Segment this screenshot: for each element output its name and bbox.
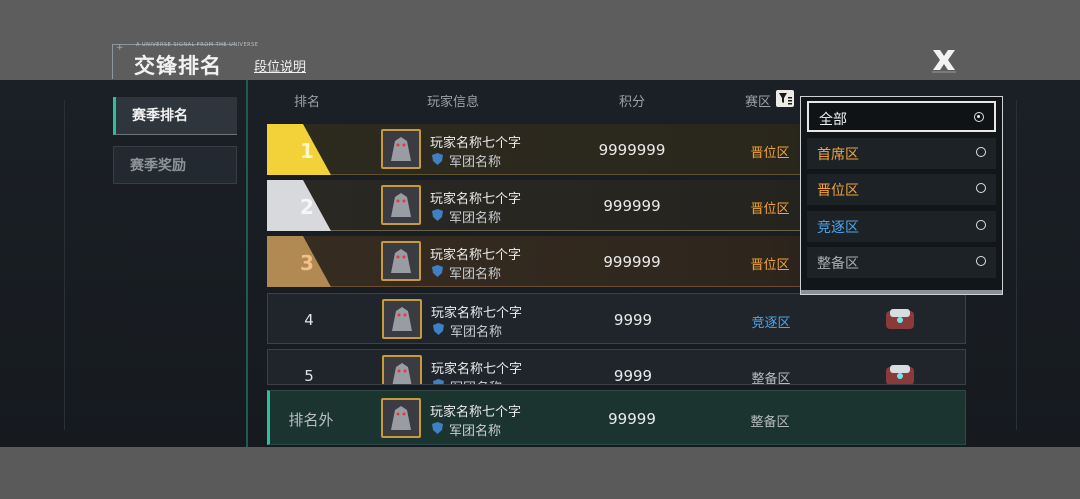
rank-number: 4 <box>304 311 314 329</box>
rank-number: 排名外 <box>288 411 334 429</box>
avatar <box>381 241 421 281</box>
shield-icon <box>433 323 444 335</box>
filter-option-chief[interactable]: 首席区 <box>807 138 996 169</box>
filter-option-all[interactable]: 全部 <box>807 101 996 132</box>
column-zone: 赛区 <box>745 95 772 110</box>
self-rank-row: 排名外 玩家名称七个字 军团名称 99999 整备区 <box>267 390 966 445</box>
radio-icon <box>976 147 986 157</box>
avatar <box>381 185 421 225</box>
player-name: 玩家名称七个字 <box>430 136 522 151</box>
table-row[interactable]: 4 玩家名称七个字 军团名称 9999 竞逐区 <box>267 293 966 344</box>
score-value: 999999 <box>603 197 661 215</box>
score-value: 9999 <box>613 367 653 385</box>
list-accent-bar <box>246 80 248 447</box>
filter-icon[interactable] <box>776 90 794 107</box>
column-player: 玩家信息 <box>427 95 480 110</box>
radio-selected-icon <box>974 112 984 122</box>
title-caption: A UNIVERSE SIGNAL FROM THE UNIVERSE <box>136 42 259 48</box>
close-icon <box>932 50 956 73</box>
reward-chest-icon[interactable] <box>880 301 920 337</box>
avatar <box>382 355 422 384</box>
rank-number: 2 <box>300 195 314 219</box>
radio-icon <box>976 220 986 230</box>
zone-label: 晋位区 <box>750 146 790 161</box>
zone-label: 竞逐区 <box>751 316 791 331</box>
shield-icon <box>433 379 444 384</box>
player-name: 玩家名称七个字 <box>430 405 522 420</box>
shield-icon <box>432 153 443 165</box>
dropdown-footer-bar <box>801 290 1002 294</box>
shield-icon <box>432 265 443 277</box>
option-label: 整备区 <box>817 256 859 272</box>
guild-name: 军团名称 <box>449 424 502 439</box>
shield-icon <box>432 422 443 434</box>
reward-chest-icon[interactable] <box>880 357 920 385</box>
option-label: 晋位区 <box>817 183 859 199</box>
column-score: 积分 <box>619 95 646 110</box>
score-value: 99999 <box>608 410 656 428</box>
score-value: 9999999 <box>598 141 666 159</box>
radio-icon <box>976 256 986 266</box>
guild-name: 军团名称 <box>449 267 502 282</box>
column-rank: 排名 <box>294 95 321 110</box>
avatar <box>382 299 422 339</box>
option-label: 竞逐区 <box>817 220 859 236</box>
player-name: 玩家名称七个字 <box>431 306 523 321</box>
rank-number: 3 <box>300 251 314 275</box>
page-title: 交锋排名 <box>134 54 222 78</box>
tab-season-rewards[interactable]: 赛季奖励 <box>113 146 237 184</box>
table-row[interactable]: 5 玩家名称七个字 军团名称 9999 整备区 <box>267 349 966 385</box>
plus-icon: + <box>116 43 124 53</box>
zone-label: 整备区 <box>750 415 790 430</box>
filter-option-promotion[interactable]: 晋位区 <box>807 174 996 205</box>
option-label: 全部 <box>819 112 847 128</box>
score-value: 999999 <box>603 253 661 271</box>
radio-icon <box>976 183 986 193</box>
guild-name: 军团名称 <box>450 377 502 384</box>
tab-season-ranking[interactable]: 赛季排名 <box>113 97 237 135</box>
shield-icon <box>432 209 443 221</box>
close-button[interactable] <box>926 44 962 76</box>
rank-rules-link[interactable]: 段位说明 <box>254 56 306 75</box>
zone-label: 晋位区 <box>750 258 790 273</box>
player-name: 玩家名称七个字 <box>430 248 522 263</box>
avatar <box>381 398 421 438</box>
zone-label: 整备区 <box>751 372 791 385</box>
player-name: 玩家名称七个字 <box>430 192 522 207</box>
bottom-letterbox <box>0 447 1080 499</box>
rank-number: 1 <box>300 139 314 163</box>
guild-name: 军团名称 <box>450 325 503 340</box>
guild-name: 军团名称 <box>449 155 502 170</box>
avatar <box>381 129 421 169</box>
guild-name: 军团名称 <box>449 211 502 226</box>
filter-option-prep[interactable]: 整备区 <box>807 247 996 278</box>
zone-filter-dropdown: 全部 首席区 晋位区 竞逐区 整备区 <box>800 96 1003 295</box>
filter-option-compete[interactable]: 竞逐区 <box>807 211 996 242</box>
rank-number: 5 <box>304 367 314 385</box>
zone-label: 晋位区 <box>750 202 790 217</box>
player-name: 玩家名称七个字 <box>431 362 523 377</box>
score-value: 9999 <box>613 311 653 329</box>
option-label: 首席区 <box>817 147 859 163</box>
